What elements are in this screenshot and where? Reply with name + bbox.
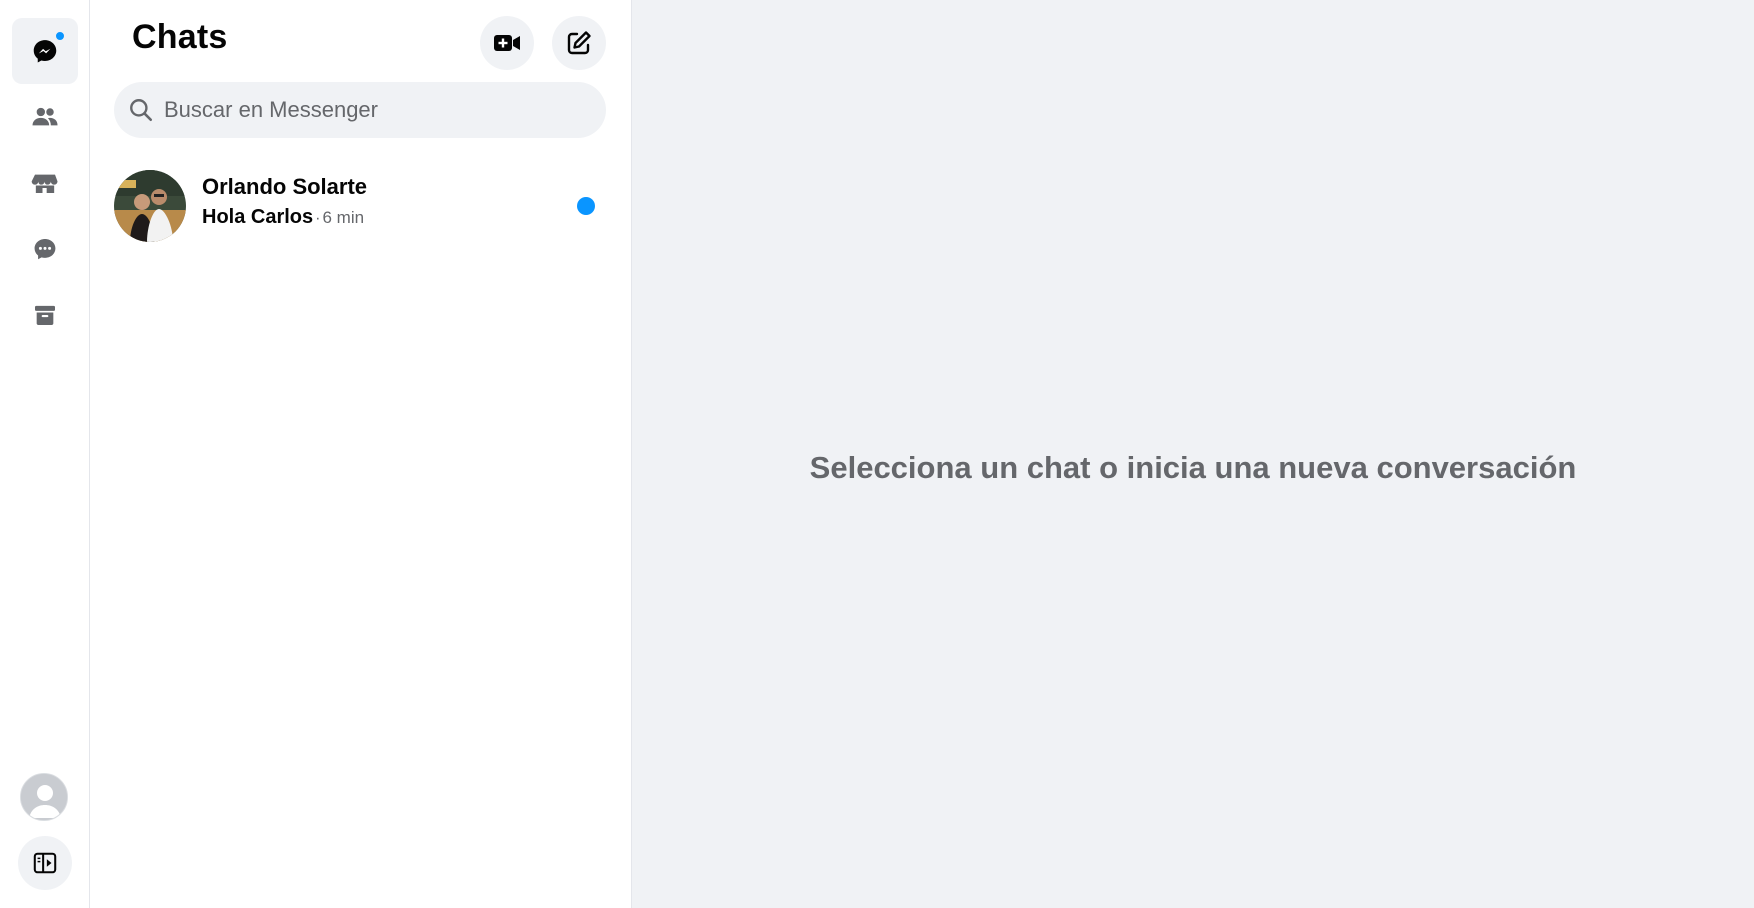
chats-panel: Chats Buscar en Messenger Orlando Solart… [90,0,632,908]
sidebar-toggle-button[interactable] [18,836,72,890]
page-title: Chats [132,18,228,56]
rail-item-marketplace[interactable] [12,150,78,216]
marketplace-icon [31,174,58,193]
message-time: 6 min [322,208,365,227]
rail-item-message-requests[interactable] [12,216,78,282]
video-plus-icon [494,35,520,51]
rail-item-archive[interactable] [12,282,78,348]
search-bar [114,82,606,138]
contact-avatar [114,170,186,242]
last-message: Hola Carlos [202,206,314,228]
search-icon [130,99,153,122]
sidebar-toggle-icon [33,852,57,874]
new-message-button[interactable] [552,16,606,70]
contact-name: Orlando Solarte [202,174,368,199]
people-icon [32,107,58,126]
new-room-button[interactable] [480,16,534,70]
rail-item-chats[interactable] [12,18,78,84]
messenger-app: Chats Buscar en Messenger Orlando Solart… [0,0,1754,908]
message-requests-icon [34,239,56,260]
compose-icon [567,31,591,55]
contact-photo [114,170,186,242]
search-input[interactable] [162,96,582,124]
profile-avatar[interactable] [20,773,68,821]
conversation-item[interactable]: Orlando Solarte Hola Carlos · 6 min [106,160,616,252]
message-preview: Hola Carlos · 6 min [202,206,364,229]
separator-dot: · [315,210,321,227]
unread-badge [54,30,66,42]
left-nav-rail [0,0,90,908]
default-avatar-icon [21,774,67,820]
empty-state-message: Selecciona un chat o inicia una nueva co… [809,450,1577,485]
conversation-area: Selecciona un chat o inicia una nueva co… [632,0,1754,908]
unread-indicator [577,197,595,215]
rail-item-people[interactable] [12,84,78,150]
archive-icon [35,305,55,325]
